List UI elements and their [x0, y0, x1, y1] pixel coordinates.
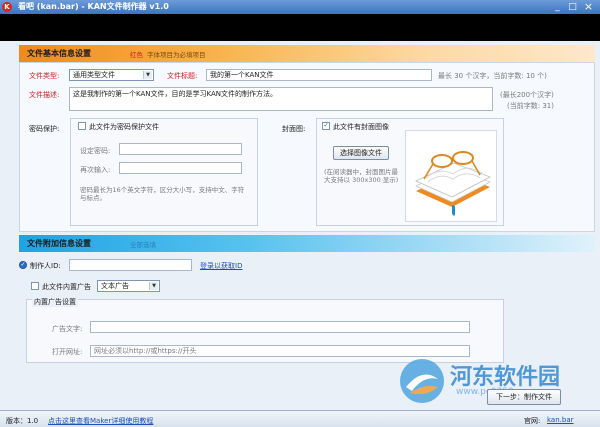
- chevron-down-icon: ▼: [149, 282, 158, 290]
- set-password-label: 设定密码:: [80, 147, 111, 155]
- extra-info-header: 文件附加信息设置 全部选填: [19, 235, 595, 252]
- select-image-button[interactable]: 选择图像文件: [333, 146, 389, 160]
- file-type-label: 文件类型:: [29, 72, 60, 80]
- file-title-input[interactable]: 我的第一个KAN文件: [206, 69, 432, 81]
- next-step-button[interactable]: 下一步：制作文件: [487, 389, 561, 405]
- ad-url-input[interactable]: 网址必须以http://或https://开头: [90, 345, 470, 357]
- title-bar[interactable]: K 看吧 (kan.bar) - KAN文件制作器 v1.0 _ □ ×: [0, 0, 600, 14]
- watermark-logo-icon: [400, 359, 444, 403]
- site-label: 官网:: [524, 417, 541, 425]
- status-bar: 版本：1.0 点击这里查看Maker详细使用教程 官网: kan.bar: [0, 410, 600, 427]
- extra-info-title: 文件附加信息设置: [27, 239, 91, 248]
- optional-hint: 全部选填: [130, 241, 156, 249]
- ad-text-input[interactable]: [90, 321, 470, 333]
- password-label: 密码保护:: [29, 125, 60, 133]
- version-label: 版本：1.0: [6, 417, 39, 425]
- book-glasses-icon: [415, 151, 491, 216]
- desc-limit-note: (最长200个汉字): [500, 91, 554, 99]
- author-id-input[interactable]: [69, 259, 192, 271]
- basic-info-title: 文件基本信息设置: [27, 49, 91, 58]
- password-rule-note: 密码最长为16个英文字符，区分大小写，支持中文、字符与标点。: [80, 186, 245, 202]
- app-icon: K: [2, 2, 12, 12]
- cover-checkbox[interactable]: ✓: [322, 122, 330, 130]
- help-tutorial-link[interactable]: 点击这里查看Maker详细使用教程: [48, 416, 153, 426]
- password-checkbox[interactable]: [78, 122, 86, 130]
- cover-size-note: (在阅读器中，封面图片最大支持以 300x300 显示): [324, 168, 399, 184]
- cover-preview: [405, 130, 497, 222]
- required-hint: 字体项目为必填项目: [147, 51, 206, 59]
- file-desc-label: 文件描述:: [29, 91, 60, 99]
- login-link[interactable]: 登录以获取ID: [200, 261, 242, 271]
- ad-type-value: 文本广告: [101, 282, 129, 290]
- banner-area: [0, 14, 600, 41]
- confirm-password-label: 再次输入:: [80, 166, 111, 174]
- minimize-button[interactable]: _: [551, 1, 564, 13]
- ad-checkbox[interactable]: [31, 282, 39, 290]
- ad-type-select[interactable]: 文本广告 ▼: [97, 280, 160, 292]
- ad-checkbox-label: 此文件内置广告: [42, 283, 91, 291]
- author-id-checkbox[interactable]: ✓: [19, 261, 27, 269]
- ad-text-label: 广告文字:: [52, 325, 83, 333]
- title-limit-note: 最长 30 个汉字，当前字数: 10 个): [438, 72, 547, 80]
- cover-label: 封面图:: [282, 125, 306, 133]
- file-title-label: 文件标题:: [167, 72, 198, 80]
- close-button[interactable]: ×: [582, 1, 595, 13]
- cover-checkbox-label: 此文件有封面图像: [333, 123, 389, 131]
- ad-url-label: 打开网址:: [52, 348, 83, 356]
- file-type-value: 通用类型文件: [73, 71, 115, 79]
- basic-info-header: 文件基本信息设置 红色 字体项目为必填项目: [19, 45, 595, 62]
- file-type-select[interactable]: 通用类型文件 ▼: [69, 69, 154, 81]
- ad-settings-title: 内置广告设置: [32, 297, 78, 307]
- window-title: 看吧 (kan.bar) - KAN文件制作器 v1.0: [18, 2, 169, 11]
- desc-count-note: (当前字数: 31): [507, 102, 554, 110]
- chevron-down-icon: ▼: [143, 71, 152, 79]
- maximize-button[interactable]: □: [566, 1, 579, 13]
- file-desc-textarea[interactable]: 这是我制作的第一个KAN文件，目的是学习KAN文件的制作方法。: [69, 87, 493, 111]
- password-checkbox-label: 此文件为密码保护文件: [89, 123, 159, 131]
- required-hint-red: 红色: [130, 51, 143, 59]
- confirm-password-input[interactable]: [119, 162, 242, 174]
- set-password-input[interactable]: [119, 143, 242, 155]
- author-id-label: 制作人ID:: [30, 262, 61, 270]
- site-link[interactable]: kan.bar: [547, 416, 574, 424]
